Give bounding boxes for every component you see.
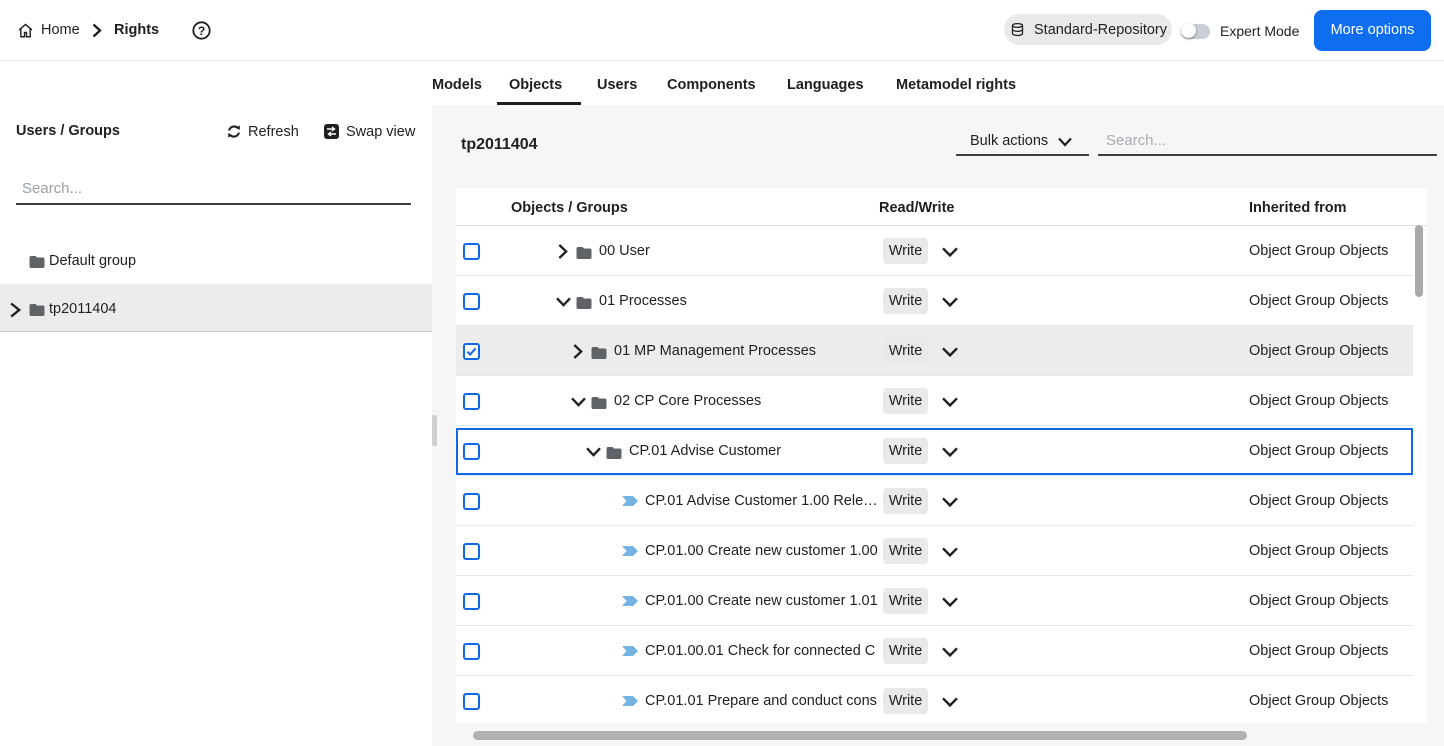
svg-text:?: ? [198,24,205,38]
